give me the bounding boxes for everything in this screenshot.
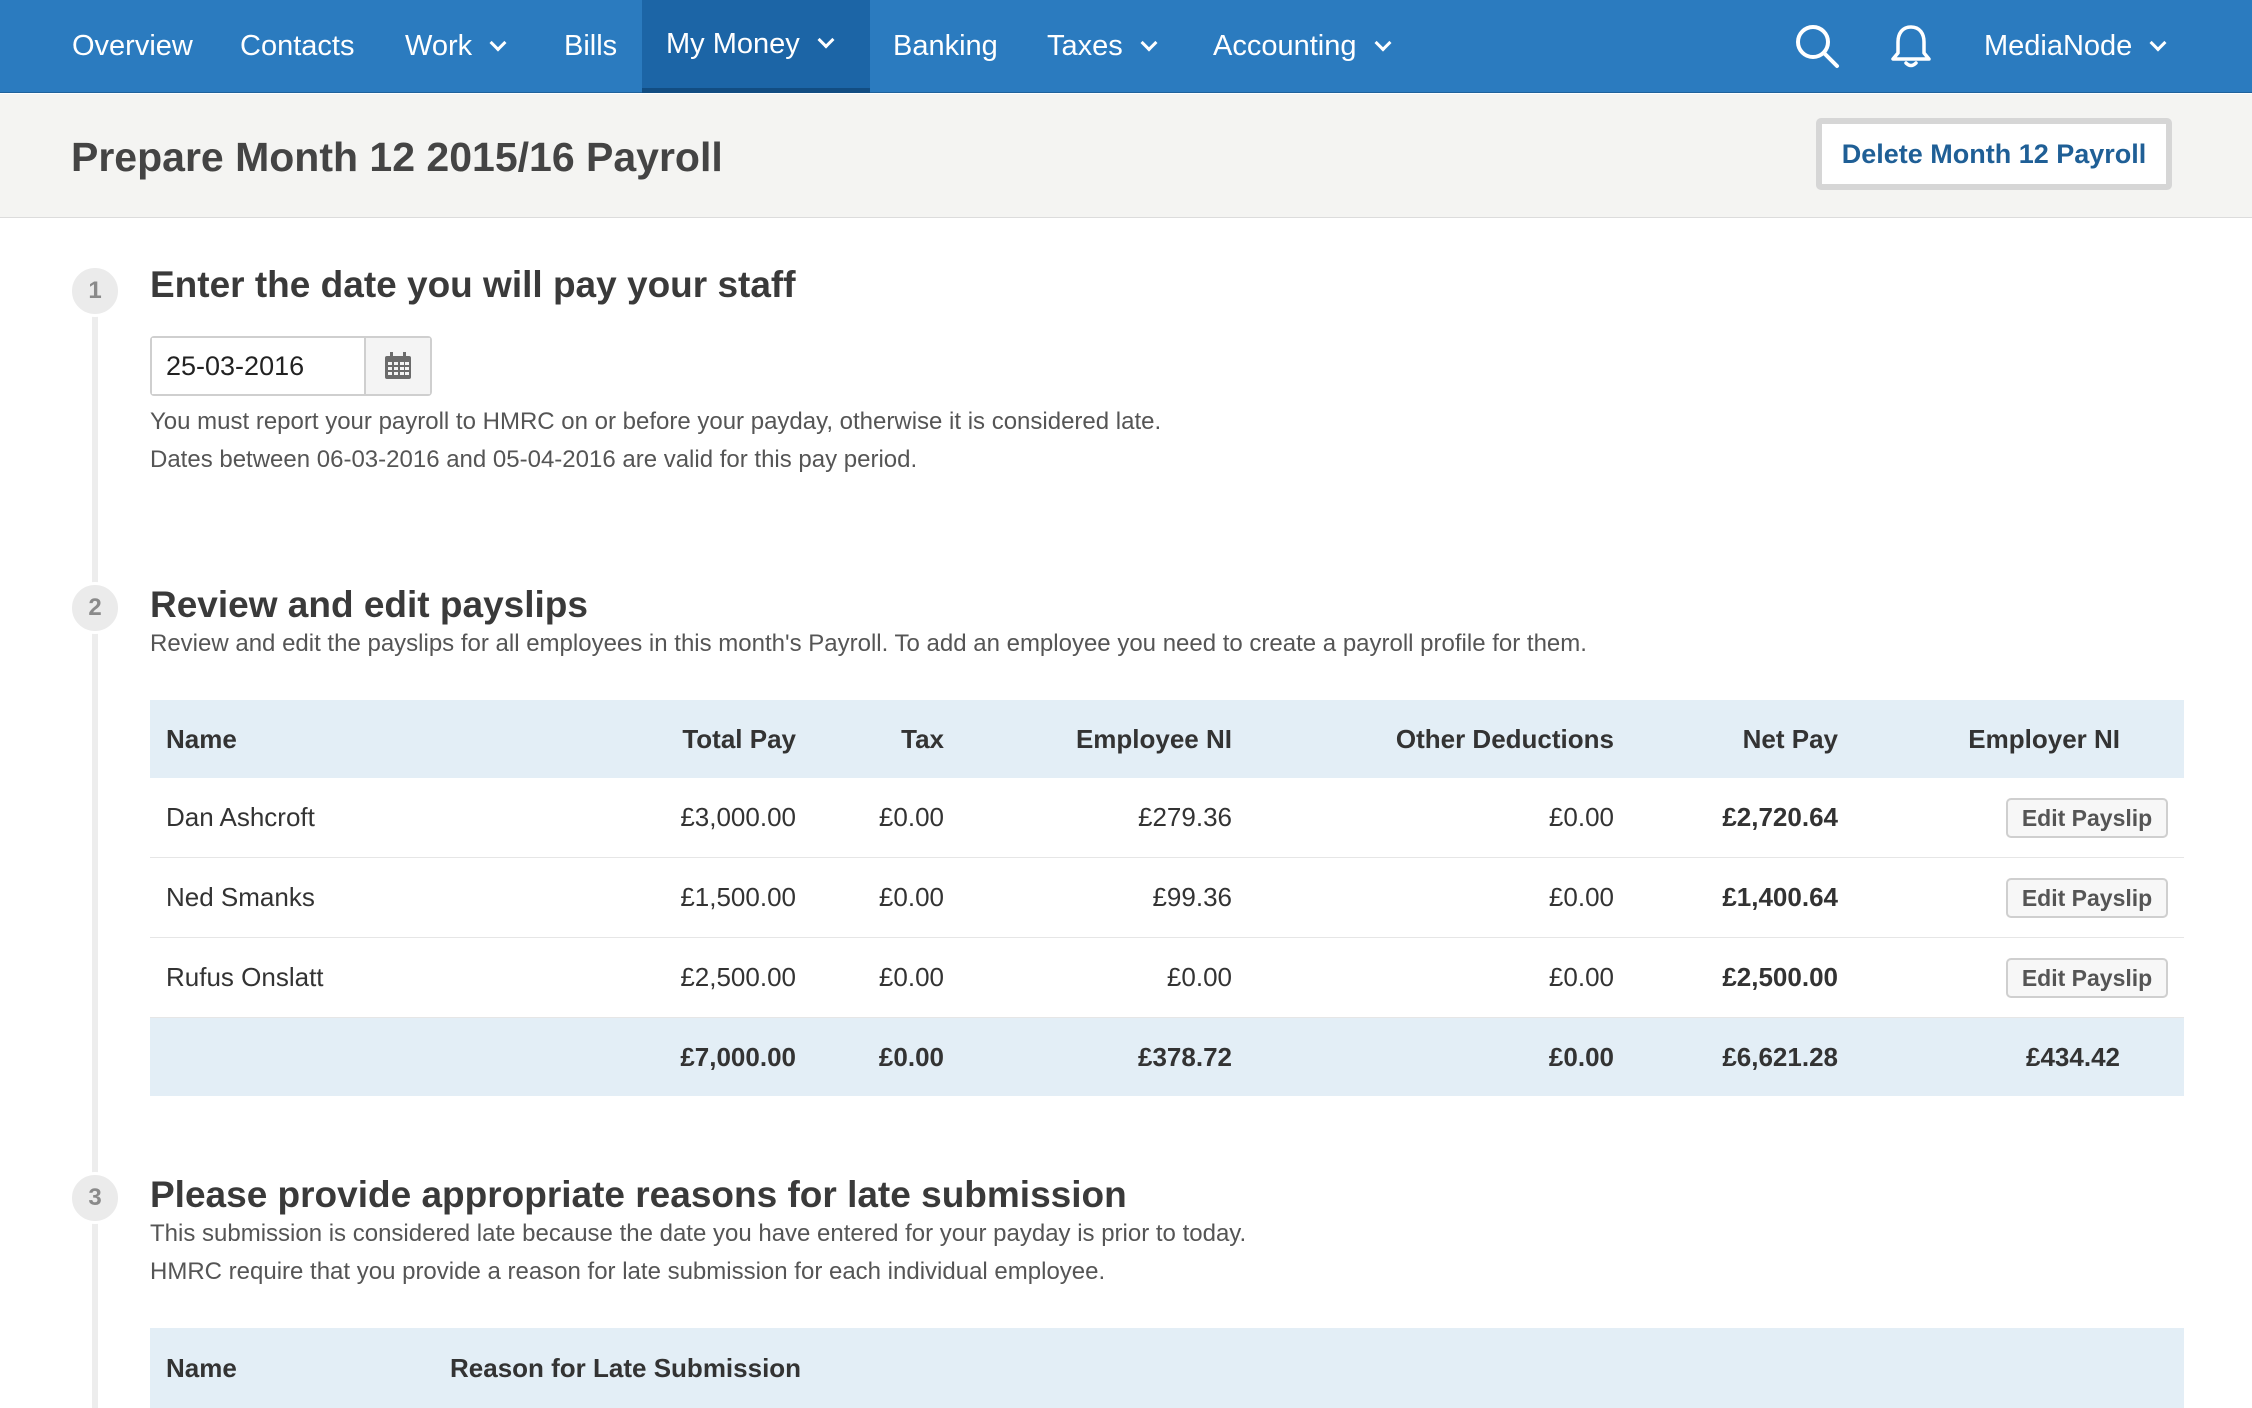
total-pay: £1,500.00 [680,882,796,912]
col-other-deductions: Other Deductions [1395,723,1614,754]
nav-contacts-label: Contacts [240,30,355,62]
col-name: Name [166,1352,237,1383]
col-tax: Tax [901,723,944,754]
late-reasons-table: Name Reason for Late Submission [150,1328,2184,1408]
calendar-icon [385,352,411,379]
col-employee-ni: Employee NI [1075,723,1232,754]
nav-accounting-label: Accounting [1213,30,1357,62]
col-total-pay: Total Pay [682,723,796,754]
nav-bills[interactable]: Bills [540,0,641,93]
total-pay: £2,500.00 [680,962,796,992]
col-name: Name [166,723,237,754]
step-1-note-valid-dates: Dates between 06-03-2016 and 05-04-2016 … [150,446,918,473]
tax-sum: £0.00 [878,1041,944,1072]
chevron-down-icon [1374,34,1391,51]
table-header: Name Total Pay Tax Employee NI Other Ded… [150,700,2184,778]
edit-payslip-button[interactable]: Edit Payslip [2006,798,2168,838]
step-2-description: Review and edit the payslips for all emp… [150,630,1587,657]
account-menu[interactable]: MediaNode [1960,0,2188,93]
col-net-pay: Net Pay [1742,723,1838,754]
total-pay: £3,000.00 [680,802,796,832]
step-2-title: Review and edit payslips [150,584,588,625]
nav-overview-label: Overview [72,30,193,62]
other-deductions: £0.00 [1548,802,1614,832]
calendar-button[interactable] [366,338,430,394]
employer-ni-sum: £434.42 [2026,1041,2120,1072]
chevron-down-icon [489,34,507,51]
nav-taxes[interactable]: Taxes [1023,0,1179,93]
net-pay: £1,400.64 [1722,882,1838,912]
tax: £0.00 [878,882,944,912]
nav-banking[interactable]: Banking [869,0,1022,93]
nav-banking-label: Banking [893,30,998,62]
page-header: Prepare Month 12 2015/16 Payroll Delete … [0,94,2252,218]
page-title: Prepare Month 12 2015/16 Payroll [71,134,723,180]
net-pay: £2,720.64 [1722,802,1838,832]
nav-accounting[interactable]: Accounting [1189,0,1413,93]
step-3-note-hmrc: HMRC require that you provide a reason f… [150,1258,1106,1285]
top-nav: Overview Contacts Work Bills My Money Ba… [0,0,2252,93]
payslips-table: Name Total Pay Tax Employee NI Other Ded… [150,700,2184,1096]
step-3-title: Please provide appropriate reasons for l… [150,1174,1127,1215]
nav-my-money-label: My Money [666,27,800,60]
edit-payslip-button[interactable]: Edit Payslip [2006,878,2168,918]
payday-date-input[interactable] [152,338,366,394]
chevron-down-icon [817,31,835,49]
nav-work-label: Work [405,30,473,62]
net-pay: £2,500.00 [1722,962,1838,992]
table-totals-row: £7,000.00 £0.00 £378.72 £0.00 £6,621.28 … [150,1018,2184,1096]
nav-my-money[interactable]: My Money [642,0,870,93]
nav-overview[interactable]: Overview [48,0,217,93]
step-1-number: 1 [69,265,121,317]
nav-work[interactable]: Work [381,0,528,93]
search-icon[interactable] [1793,22,1841,70]
bell-icon[interactable] [1887,22,1935,70]
step-1-title: Enter the date you will pay your staff [150,264,796,305]
step-connector-line [92,270,98,1408]
late-reasons-header: Name Reason for Late Submission [150,1328,2184,1408]
table-row: Dan Ashcroft £3,000.00 £0.00 £279.36 £0.… [150,778,2184,858]
table-row: Rufus Onslatt £2,500.00 £0.00 £0.00 £0.0… [150,938,2184,1018]
payday-date-picker [150,336,432,396]
nav-contacts[interactable]: Contacts [216,0,378,93]
other-deductions: £0.00 [1548,962,1614,992]
col-employer-ni: Employer NI [1968,723,2120,754]
nav-bills-label: Bills [564,30,618,62]
total-pay-sum: £7,000.00 [680,1041,796,1072]
employee-name: Dan Ashcroft [166,802,315,832]
step-2-number: 2 [69,582,121,634]
employee-ni-sum: £378.72 [1138,1041,1232,1072]
tax: £0.00 [878,962,944,992]
edit-payslip-button[interactable]: Edit Payslip [2006,958,2168,998]
employee-name: Rufus Onslatt [166,962,324,992]
account-name: MediaNode [1984,30,2133,62]
col-reason: Reason for Late Submission [450,1352,802,1383]
other-deductions: £0.00 [1548,882,1614,912]
employee-ni: £279.36 [1138,802,1232,832]
step-3-note-late: This submission is considered late becau… [150,1220,1247,1247]
other-deductions-sum: £0.00 [1548,1041,1614,1072]
step-1-note-deadline: You must report your payroll to HMRC on … [150,408,1162,435]
chevron-down-icon [2149,34,2167,51]
tax: £0.00 [878,802,944,832]
table-row: Ned Smanks £1,500.00 £0.00 £99.36 £0.00 … [150,858,2184,938]
step-3-number: 3 [69,1172,121,1224]
employee-ni: £0.00 [1166,962,1232,992]
net-pay-sum: £6,621.28 [1722,1041,1838,1072]
chevron-down-icon [1140,34,1158,51]
employee-name: Ned Smanks [166,882,315,912]
nav-taxes-label: Taxes [1047,30,1123,62]
delete-payroll-button[interactable]: Delete Month 12 Payroll [1816,118,2172,190]
employee-ni: £99.36 [1152,882,1232,912]
